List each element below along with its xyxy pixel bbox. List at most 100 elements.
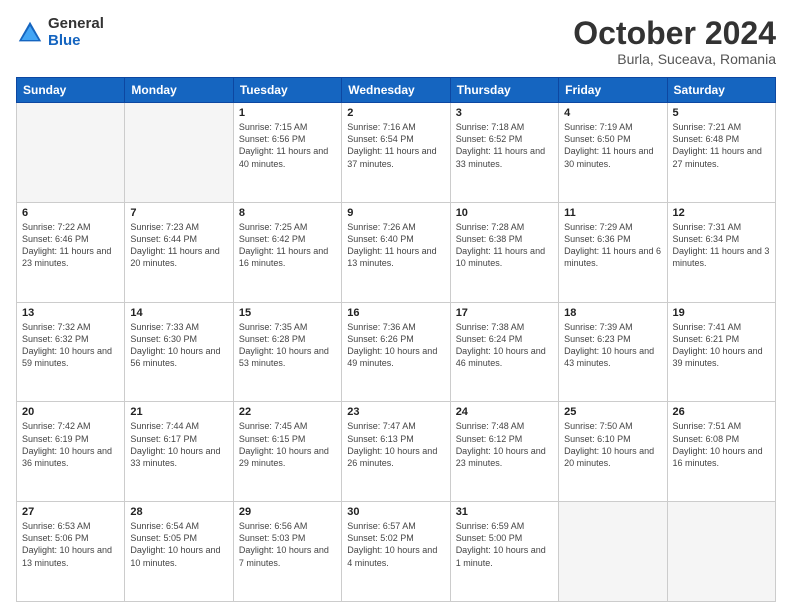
- day-number: 21: [130, 406, 227, 418]
- day-detail: Sunrise: 7:32 AM Sunset: 6:32 PM Dayligh…: [22, 321, 119, 370]
- calendar-cell: 19 Sunrise: 7:41 AM Sunset: 6:21 PM Dayli…: [667, 302, 775, 402]
- calendar-cell: 25Sunrise: 7:50 AM Sunset: 6:10 PM Dayli…: [559, 402, 667, 502]
- weekday-header: Friday: [559, 78, 667, 103]
- logo-text: General Blue: [48, 16, 104, 49]
- day-detail: Sunrise: 7:16 AM Sunset: 6:54 PM Dayligh…: [347, 121, 444, 170]
- day-detail: Sunrise: 7:19 AM Sunset: 6:50 PM Dayligh…: [564, 121, 661, 170]
- day-number: 30: [347, 506, 444, 518]
- calendar-cell: 23Sunrise: 7:47 AM Sunset: 6:13 PM Dayli…: [342, 402, 450, 502]
- day-detail: Sunrise: 6:56 AM Sunset: 5:03 PM Dayligh…: [239, 520, 336, 569]
- calendar-cell: 8Sunrise: 7:25 AM Sunset: 6:42 PM Daylig…: [233, 202, 341, 302]
- calendar-cell: 10 Sunrise: 7:28 AM Sunset: 6:38 PM Dayli…: [450, 202, 558, 302]
- month-title: October 2024: [573, 16, 776, 51]
- day-detail: Sunrise: 7:28 AM Sunset: 6:38 PM Dayligh…: [456, 221, 553, 270]
- calendar-cell: [125, 103, 233, 203]
- day-number: 6: [22, 207, 119, 219]
- weekday-header: Thursday: [450, 78, 558, 103]
- calendar-cell: [559, 502, 667, 602]
- calendar-week-row: 6 Sunrise: 7:22 AM Sunset: 6:46 PM Daylig…: [17, 202, 776, 302]
- calendar-cell: 26 Sunrise: 7:51 AM Sunset: 6:08 PM Dayli…: [667, 402, 775, 502]
- location: Burla, Suceava, Romania: [573, 51, 776, 67]
- day-detail: Sunrise: 6:57 AM Sunset: 5:02 PM Dayligh…: [347, 520, 444, 569]
- logo-icon: [16, 19, 44, 47]
- day-detail: Sunrise: 7:50 AM Sunset: 6:10 PM Dayligh…: [564, 420, 661, 469]
- day-number: 3: [456, 107, 553, 119]
- day-detail: Sunrise: 7:45 AM Sunset: 6:15 PM Dayligh…: [239, 420, 336, 469]
- calendar-cell: 9Sunrise: 7:26 AM Sunset: 6:40 PM Daylig…: [342, 202, 450, 302]
- day-detail: Sunrise: 7:23 AM Sunset: 6:44 PM Dayligh…: [130, 221, 227, 270]
- day-number: 31: [456, 506, 553, 518]
- calendar-week-row: 1 Sunrise: 7:15 AM Sunset: 6:56 PM Daylig…: [17, 103, 776, 203]
- calendar-cell: 2 Sunrise: 7:16 AM Sunset: 6:54 PM Daylig…: [342, 103, 450, 203]
- day-number: 20: [22, 406, 119, 418]
- day-detail: Sunrise: 7:51 AM Sunset: 6:08 PM Dayligh…: [673, 420, 770, 469]
- calendar-cell: 21 Sunrise: 7:44 AM Sunset: 6:17 PM Dayli…: [125, 402, 233, 502]
- calendar-cell: 14Sunrise: 7:33 AM Sunset: 6:30 PM Dayli…: [125, 302, 233, 402]
- calendar-cell: 29 Sunrise: 6:56 AM Sunset: 5:03 PM Dayli…: [233, 502, 341, 602]
- calendar-cell: 4 Sunrise: 7:19 AM Sunset: 6:50 PM Daylig…: [559, 103, 667, 203]
- weekday-row: SundayMondayTuesdayWednesdayThursdayFrid…: [17, 78, 776, 103]
- calendar-week-row: 27 Sunrise: 6:53 AM Sunset: 5:06 PM Dayli…: [17, 502, 776, 602]
- day-detail: Sunrise: 7:15 AM Sunset: 6:56 PM Dayligh…: [239, 121, 336, 170]
- day-number: 4: [564, 107, 661, 119]
- day-detail: Sunrise: 7:29 AM Sunset: 6:36 PM Dayligh…: [564, 221, 661, 270]
- day-number: 11: [564, 207, 661, 219]
- day-detail: Sunrise: 6:53 AM Sunset: 5:06 PM Dayligh…: [22, 520, 119, 569]
- day-number: 17: [456, 307, 553, 319]
- calendar-cell: 27 Sunrise: 6:53 AM Sunset: 5:06 PM Dayli…: [17, 502, 125, 602]
- calendar-cell: 7 Sunrise: 7:23 AM Sunset: 6:44 PM Daylig…: [125, 202, 233, 302]
- calendar-cell: 17 Sunrise: 7:38 AM Sunset: 6:24 PM Dayli…: [450, 302, 558, 402]
- weekday-header: Wednesday: [342, 78, 450, 103]
- page: General Blue October 2024 Burla, Suceava…: [0, 0, 792, 612]
- day-detail: Sunrise: 7:22 AM Sunset: 6:46 PM Dayligh…: [22, 221, 119, 270]
- day-number: 7: [130, 207, 227, 219]
- day-detail: Sunrise: 7:39 AM Sunset: 6:23 PM Dayligh…: [564, 321, 661, 370]
- day-detail: Sunrise: 7:35 AM Sunset: 6:28 PM Dayligh…: [239, 321, 336, 370]
- day-detail: Sunrise: 7:21 AM Sunset: 6:48 PM Dayligh…: [673, 121, 770, 170]
- weekday-header: Saturday: [667, 78, 775, 103]
- calendar-cell: 22 Sunrise: 7:45 AM Sunset: 6:15 PM Dayli…: [233, 402, 341, 502]
- day-detail: Sunrise: 7:36 AM Sunset: 6:26 PM Dayligh…: [347, 321, 444, 370]
- day-number: 29: [239, 506, 336, 518]
- weekday-header: Monday: [125, 78, 233, 103]
- calendar-cell: 28 Sunrise: 6:54 AM Sunset: 5:05 PM Dayli…: [125, 502, 233, 602]
- calendar-cell: 6 Sunrise: 7:22 AM Sunset: 6:46 PM Daylig…: [17, 202, 125, 302]
- day-detail: Sunrise: 7:33 AM Sunset: 6:30 PM Dayligh…: [130, 321, 227, 370]
- day-number: 9: [347, 207, 444, 219]
- day-number: 28: [130, 506, 227, 518]
- day-number: 22: [239, 406, 336, 418]
- calendar-cell: 16Sunrise: 7:36 AM Sunset: 6:26 PM Dayli…: [342, 302, 450, 402]
- title-section: October 2024 Burla, Suceava, Romania: [573, 16, 776, 67]
- day-detail: Sunrise: 7:38 AM Sunset: 6:24 PM Dayligh…: [456, 321, 553, 370]
- day-number: 26: [673, 406, 770, 418]
- day-number: 10: [456, 207, 553, 219]
- day-number: 24: [456, 406, 553, 418]
- day-detail: Sunrise: 7:18 AM Sunset: 6:52 PM Dayligh…: [456, 121, 553, 170]
- day-detail: Sunrise: 7:44 AM Sunset: 6:17 PM Dayligh…: [130, 420, 227, 469]
- day-number: 1: [239, 107, 336, 119]
- day-number: 15: [239, 307, 336, 319]
- calendar-cell: 30 Sunrise: 6:57 AM Sunset: 5:02 PM Dayli…: [342, 502, 450, 602]
- day-detail: Sunrise: 7:48 AM Sunset: 6:12 PM Dayligh…: [456, 420, 553, 469]
- day-detail: Sunrise: 7:25 AM Sunset: 6:42 PM Dayligh…: [239, 221, 336, 270]
- logo: General Blue: [16, 16, 104, 49]
- calendar-cell: 31 Sunrise: 6:59 AM Sunset: 5:00 PM Dayli…: [450, 502, 558, 602]
- day-number: 27: [22, 506, 119, 518]
- calendar-cell: 24 Sunrise: 7:48 AM Sunset: 6:12 PM Dayli…: [450, 402, 558, 502]
- calendar: SundayMondayTuesdayWednesdayThursdayFrid…: [16, 77, 776, 602]
- calendar-header: SundayMondayTuesdayWednesdayThursdayFrid…: [17, 78, 776, 103]
- day-detail: Sunrise: 7:42 AM Sunset: 6:19 PM Dayligh…: [22, 420, 119, 469]
- day-number: 2: [347, 107, 444, 119]
- weekday-header: Tuesday: [233, 78, 341, 103]
- day-detail: Sunrise: 6:59 AM Sunset: 5:00 PM Dayligh…: [456, 520, 553, 569]
- calendar-cell: 1 Sunrise: 7:15 AM Sunset: 6:56 PM Daylig…: [233, 103, 341, 203]
- calendar-cell: 5Sunrise: 7:21 AM Sunset: 6:48 PM Daylig…: [667, 103, 775, 203]
- weekday-header: Sunday: [17, 78, 125, 103]
- header: General Blue October 2024 Burla, Suceava…: [16, 16, 776, 67]
- day-number: 19: [673, 307, 770, 319]
- day-detail: Sunrise: 6:54 AM Sunset: 5:05 PM Dayligh…: [130, 520, 227, 569]
- calendar-cell: 20 Sunrise: 7:42 AM Sunset: 6:19 PM Dayli…: [17, 402, 125, 502]
- logo-blue: Blue: [48, 33, 104, 50]
- day-detail: Sunrise: 7:41 AM Sunset: 6:21 PM Dayligh…: [673, 321, 770, 370]
- logo-general: General: [48, 16, 104, 33]
